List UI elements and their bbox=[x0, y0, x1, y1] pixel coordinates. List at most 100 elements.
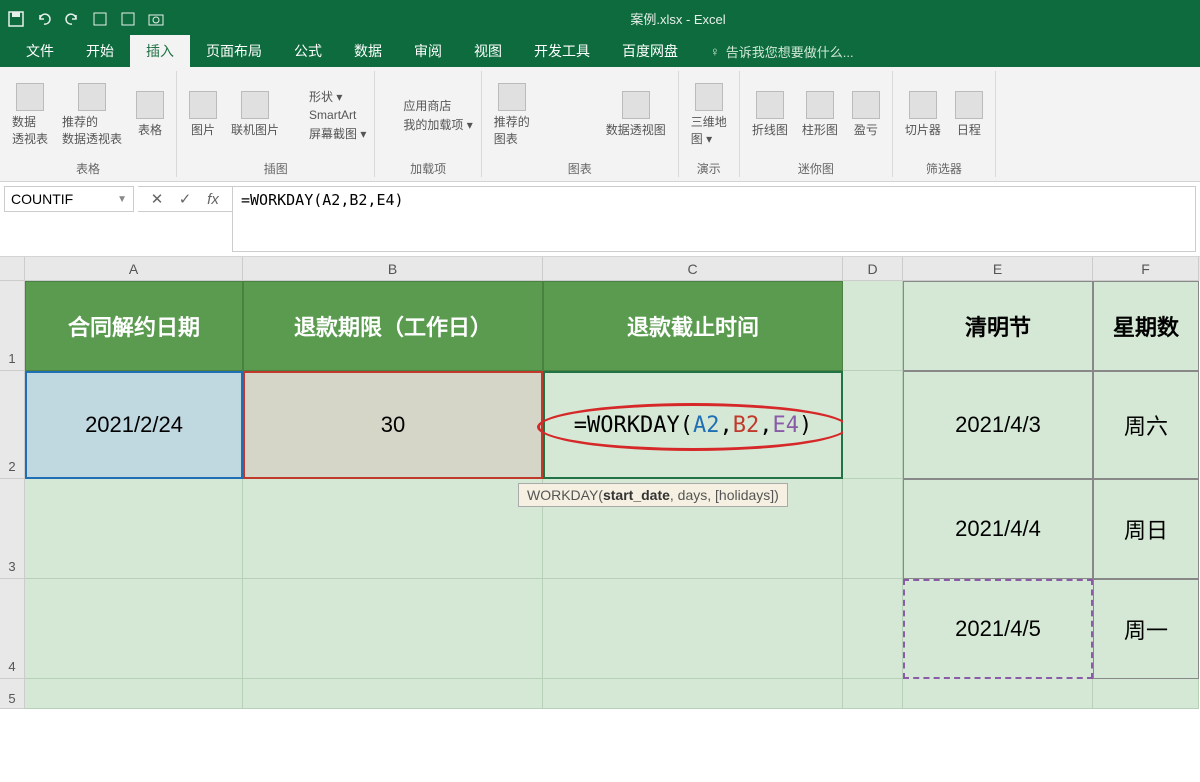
row-header-5[interactable]: 5 bbox=[0, 679, 25, 709]
spreadsheet-grid[interactable]: A B C D E F 1 2 3 4 5 合同解约日期 退款期限（工作日） 退… bbox=[0, 257, 1200, 709]
cancel-formula-icon[interactable]: ✕ bbox=[148, 190, 166, 208]
col-header-e[interactable]: E bbox=[903, 257, 1093, 281]
timeline-button[interactable]: 日程 bbox=[951, 89, 987, 140]
tab-baidu[interactable]: 百度网盘 bbox=[606, 35, 694, 67]
cell-a1[interactable]: 合同解约日期 bbox=[25, 281, 243, 371]
screenshot-button[interactable]: 屏幕截图 ▾ bbox=[289, 125, 366, 142]
group-label-filters: 筛选器 bbox=[901, 158, 987, 177]
cell-e3[interactable]: 2021/4/4 bbox=[903, 479, 1093, 579]
tab-layout[interactable]: 页面布局 bbox=[190, 35, 278, 67]
name-box[interactable]: COUNTIF ▼ bbox=[4, 186, 134, 212]
ribbon-tabs: 文件 开始 插入 页面布局 公式 数据 审阅 视图 开发工具 百度网盘 ♀ 告诉… bbox=[0, 37, 1200, 67]
formula-input[interactable]: =WORKDAY(A2,B2,E4) bbox=[232, 186, 1196, 252]
recommended-pivot-button[interactable]: 推荐的 数据透视表 bbox=[58, 81, 126, 149]
save-icon[interactable] bbox=[8, 11, 24, 27]
cell-d2[interactable] bbox=[843, 371, 903, 479]
title-bar: 案例.xlsx - Excel bbox=[0, 0, 1200, 37]
sparkline-line-button[interactable]: 折线图 bbox=[748, 89, 792, 140]
tab-home[interactable]: 开始 bbox=[70, 35, 130, 67]
row-header-3[interactable]: 3 bbox=[0, 479, 25, 579]
cell-b2[interactable]: 30 bbox=[243, 371, 543, 479]
cell-a3[interactable] bbox=[25, 479, 243, 579]
pivot-chart-button[interactable]: 数据透视图 bbox=[602, 89, 670, 140]
smartart-button[interactable]: SmartArt bbox=[289, 107, 366, 123]
cell-c4[interactable] bbox=[543, 579, 843, 679]
cell-e2[interactable]: 2021/4/3 bbox=[903, 371, 1093, 479]
cell-b1[interactable]: 退款期限（工作日） bbox=[243, 281, 543, 371]
sparkline-column-button[interactable]: 柱形图 bbox=[798, 89, 842, 140]
3d-map-button[interactable]: 三维地 图 ▾ bbox=[687, 81, 731, 149]
col-header-c[interactable]: C bbox=[543, 257, 843, 281]
col-header-f[interactable]: F bbox=[1093, 257, 1199, 281]
ribbon-group-addins: 应用商店 我的加载项 ▾ 加载项 bbox=[375, 71, 481, 177]
cell-c5[interactable] bbox=[543, 679, 843, 709]
tell-me-search[interactable]: ♀ 告诉我您想要做什么... bbox=[694, 36, 870, 67]
group-label-addins: 加载项 bbox=[383, 158, 472, 177]
function-tooltip: WORKDAY(start_date, days, [holidays]) bbox=[518, 483, 788, 507]
cell-a2[interactable]: 2021/2/24 bbox=[25, 371, 243, 479]
pictures-button[interactable]: 图片 bbox=[185, 89, 221, 140]
qat-icon-1[interactable] bbox=[92, 11, 108, 27]
tab-data[interactable]: 数据 bbox=[338, 35, 398, 67]
cell-d5[interactable] bbox=[843, 679, 903, 709]
ribbon-group-tours: 三维地 图 ▾ 演示 bbox=[679, 71, 740, 177]
tab-view[interactable]: 视图 bbox=[458, 35, 518, 67]
cell-d1[interactable] bbox=[843, 281, 903, 371]
tab-insert[interactable]: 插入 bbox=[130, 35, 190, 67]
chevron-down-icon[interactable]: ▼ bbox=[117, 194, 127, 205]
ribbon-group-filters: 切片器 日程 筛选器 bbox=[893, 71, 996, 177]
cell-e4[interactable]: 2021/4/5 bbox=[903, 579, 1093, 679]
group-label-illustrations: 插图 bbox=[185, 158, 366, 177]
cell-c1[interactable]: 退款截止时间 bbox=[543, 281, 843, 371]
col-header-b[interactable]: B bbox=[243, 257, 543, 281]
cell-a5[interactable] bbox=[25, 679, 243, 709]
tab-developer[interactable]: 开发工具 bbox=[518, 35, 606, 67]
redo-icon[interactable] bbox=[64, 11, 80, 27]
cell-d4[interactable] bbox=[843, 579, 903, 679]
cell-f2[interactable]: 周六 bbox=[1093, 371, 1199, 479]
ribbon: 数据 透视表 推荐的 数据透视表 表格 表格 图片 联机图片 形状 ▾ Smar… bbox=[0, 67, 1200, 182]
chart-type-icon[interactable] bbox=[540, 126, 596, 142]
my-addins-button[interactable]: 我的加载项 ▾ bbox=[383, 116, 472, 133]
fx-icon[interactable]: fx bbox=[204, 191, 222, 208]
group-label-charts: 图表 bbox=[490, 158, 670, 177]
tab-review[interactable]: 审阅 bbox=[398, 35, 458, 67]
slicer-button[interactable]: 切片器 bbox=[901, 89, 945, 140]
cell-f1[interactable]: 星期数 bbox=[1093, 281, 1199, 371]
cell-b3[interactable] bbox=[243, 479, 543, 579]
cell-f5[interactable] bbox=[1093, 679, 1199, 709]
sparkline-winloss-button[interactable]: 盈亏 bbox=[848, 89, 884, 140]
cell-e5[interactable] bbox=[903, 679, 1093, 709]
tab-formula[interactable]: 公式 bbox=[278, 35, 338, 67]
cell-f4[interactable]: 周一 bbox=[1093, 579, 1199, 679]
table-button[interactable]: 表格 bbox=[132, 89, 168, 140]
row-header-2[interactable]: 2 bbox=[0, 371, 25, 479]
cell-f3[interactable]: 周日 bbox=[1093, 479, 1199, 579]
cell-a4[interactable] bbox=[25, 579, 243, 679]
col-header-d[interactable]: D bbox=[843, 257, 903, 281]
cell-b4[interactable] bbox=[243, 579, 543, 679]
row-header-1[interactable]: 1 bbox=[0, 281, 25, 371]
formula-display: =WORKDAY(A2,B2,E4) bbox=[574, 413, 812, 438]
store-button[interactable]: 应用商店 bbox=[383, 97, 472, 114]
cell-e1[interactable]: 清明节 bbox=[903, 281, 1093, 371]
camera-icon[interactable] bbox=[148, 11, 164, 27]
row-header-4[interactable]: 4 bbox=[0, 579, 25, 679]
lightbulb-icon: ♀ bbox=[710, 44, 720, 59]
cell-d3[interactable] bbox=[843, 479, 903, 579]
cell-c2[interactable]: =WORKDAY(A2,B2,E4) bbox=[543, 371, 843, 479]
tab-file[interactable]: 文件 bbox=[10, 35, 70, 67]
select-all-corner[interactable] bbox=[0, 257, 25, 281]
qat-icon-2[interactable] bbox=[120, 11, 136, 27]
online-pictures-button[interactable]: 联机图片 bbox=[227, 89, 283, 140]
undo-icon[interactable] bbox=[36, 11, 52, 27]
col-header-a[interactable]: A bbox=[25, 257, 243, 281]
cell-b5[interactable] bbox=[243, 679, 543, 709]
chart-type-icon[interactable] bbox=[540, 88, 596, 104]
accept-formula-icon[interactable]: ✓ bbox=[176, 190, 194, 208]
shapes-button[interactable]: 形状 ▾ bbox=[289, 88, 366, 105]
quick-access-toolbar bbox=[8, 11, 164, 27]
chart-type-icon[interactable] bbox=[540, 107, 596, 123]
pivot-table-button[interactable]: 数据 透视表 bbox=[8, 81, 52, 149]
recommended-charts-button[interactable]: 推荐的 图表 bbox=[490, 81, 534, 149]
